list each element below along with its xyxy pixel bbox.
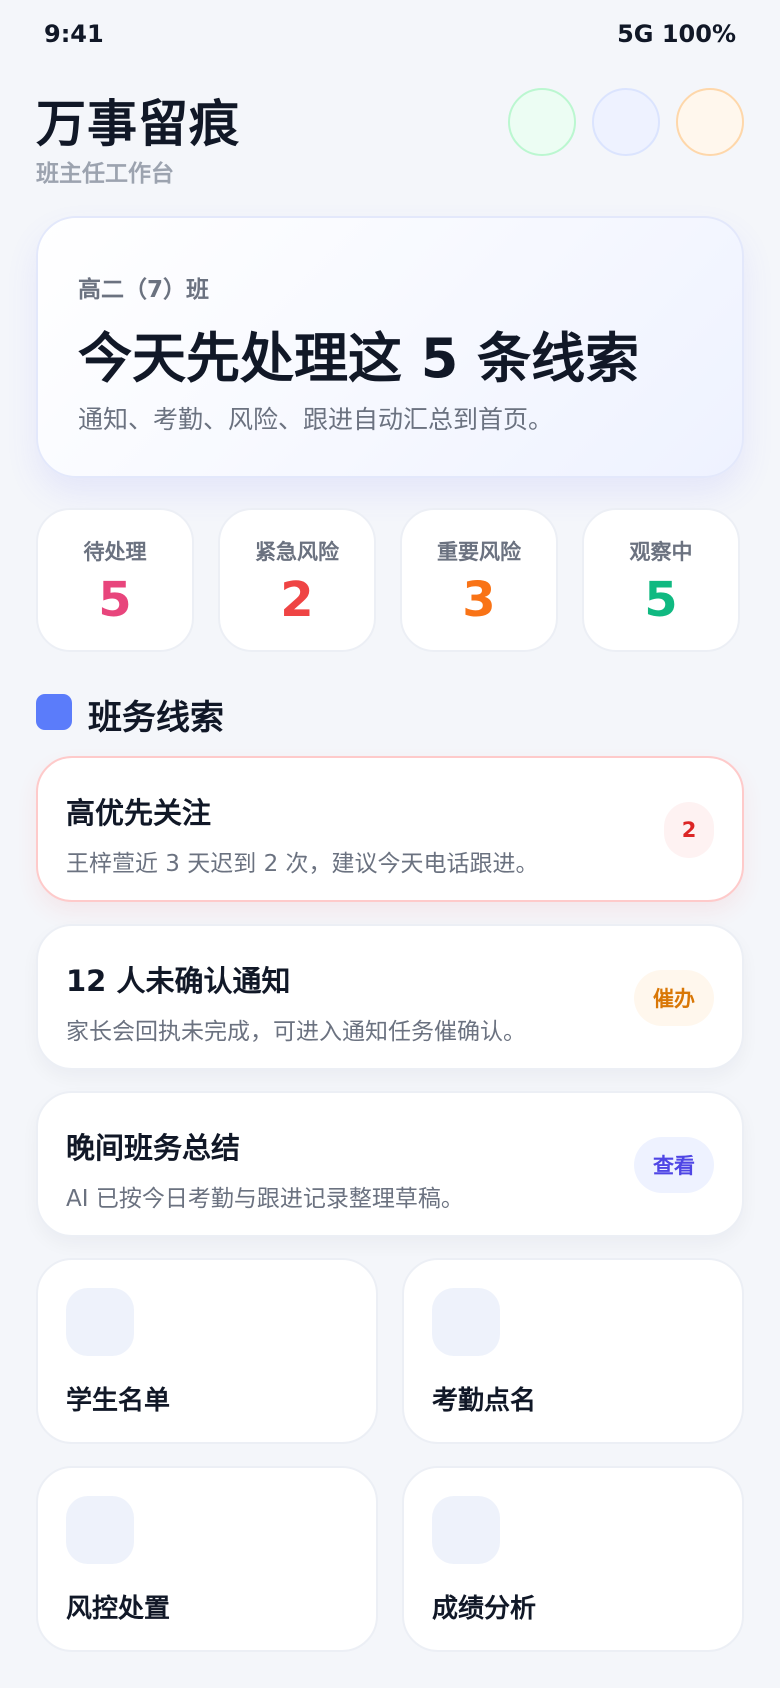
count-badge[interactable]: 2 xyxy=(664,802,714,858)
stat-value: 3 xyxy=(462,572,496,628)
stat-card-pending[interactable]: 待处理 5 xyxy=(36,508,194,652)
orange-circle-icon[interactable] xyxy=(676,88,744,156)
attendance-icon xyxy=(432,1288,500,1356)
tile-student-list[interactable]: 学生名单 xyxy=(36,1258,378,1444)
stat-label: 重要风险 xyxy=(437,540,521,564)
tile-label: 学生名单 xyxy=(66,1386,171,1416)
blue-circle-icon[interactable] xyxy=(592,88,660,156)
status-time: 9:41 xyxy=(44,20,104,48)
class-name: 高二（7）班 xyxy=(78,277,210,303)
urge-button[interactable]: 催办 xyxy=(634,970,714,1026)
status-bar: 9:41 5G 100% xyxy=(0,0,780,70)
grade-analysis-icon xyxy=(432,1496,500,1564)
green-circle-icon[interactable] xyxy=(508,88,576,156)
app-title: 万事留痕 xyxy=(36,95,240,153)
tile-attendance[interactable]: 考勤点名 xyxy=(402,1258,744,1444)
stat-card-urgent-risk[interactable]: 紧急风险 2 xyxy=(218,508,376,652)
task-card-evening-summary[interactable]: 晚间班务总结 AI 已按今日考勤与跟进记录整理草稿。 查看 xyxy=(36,1091,744,1237)
task-description: AI 已按今日考勤与跟进记录整理草稿。 xyxy=(66,1186,464,1212)
task-card-unconfirmed-notice[interactable]: 12 人未确认通知 家长会回执未完成，可进入通知任务催确认。 催办 xyxy=(36,924,744,1070)
stat-card-important-risk[interactable]: 重要风险 3 xyxy=(400,508,558,652)
section-marker-icon xyxy=(36,694,72,730)
section-title: 班务线索 xyxy=(88,698,224,738)
task-title: 高优先关注 xyxy=(66,796,212,830)
tile-label: 成绩分析 xyxy=(432,1594,537,1624)
stat-card-observing[interactable]: 观察中 5 xyxy=(582,508,740,652)
stat-value: 2 xyxy=(280,572,314,628)
task-description: 王梓萱近 3 天迟到 2 次，建议今天电话跟进。 xyxy=(66,851,539,877)
stat-value: 5 xyxy=(98,572,132,628)
tile-risk-control[interactable]: 风控处置 xyxy=(36,1466,378,1652)
network-battery-status: 5G 100% xyxy=(617,20,736,48)
task-title: 晚间班务总结 xyxy=(66,1131,241,1165)
tile-label: 考勤点名 xyxy=(432,1386,537,1416)
stat-label: 待处理 xyxy=(83,540,147,564)
hero-headline: 今天先处理这 5 条线索 xyxy=(78,327,640,390)
tile-grade-analysis[interactable]: 成绩分析 xyxy=(402,1466,744,1652)
stat-label: 紧急风险 xyxy=(255,540,339,564)
task-card-priority[interactable]: 高优先关注 王梓萱近 3 天迟到 2 次，建议今天电话跟进。 2 xyxy=(36,756,744,902)
stat-value: 5 xyxy=(644,572,678,628)
hero-description: 通知、考勤、风险、跟进自动汇总到首页。 xyxy=(78,405,554,434)
view-button[interactable]: 查看 xyxy=(634,1137,714,1193)
app-subtitle: 班主任工作台 xyxy=(36,161,174,187)
hero-summary-card[interactable]: 高二（7）班 今天先处理这 5 条线索 通知、考勤、风险、跟进自动汇总到首页。 xyxy=(36,216,744,478)
risk-control-icon xyxy=(66,1496,134,1564)
tile-label: 风控处置 xyxy=(66,1594,171,1624)
task-description: 家长会回执未完成，可进入通知任务催确认。 xyxy=(66,1019,526,1045)
task-title: 12 人未确认通知 xyxy=(66,964,291,998)
stat-label: 观察中 xyxy=(629,540,693,564)
student-list-icon xyxy=(66,1288,134,1356)
